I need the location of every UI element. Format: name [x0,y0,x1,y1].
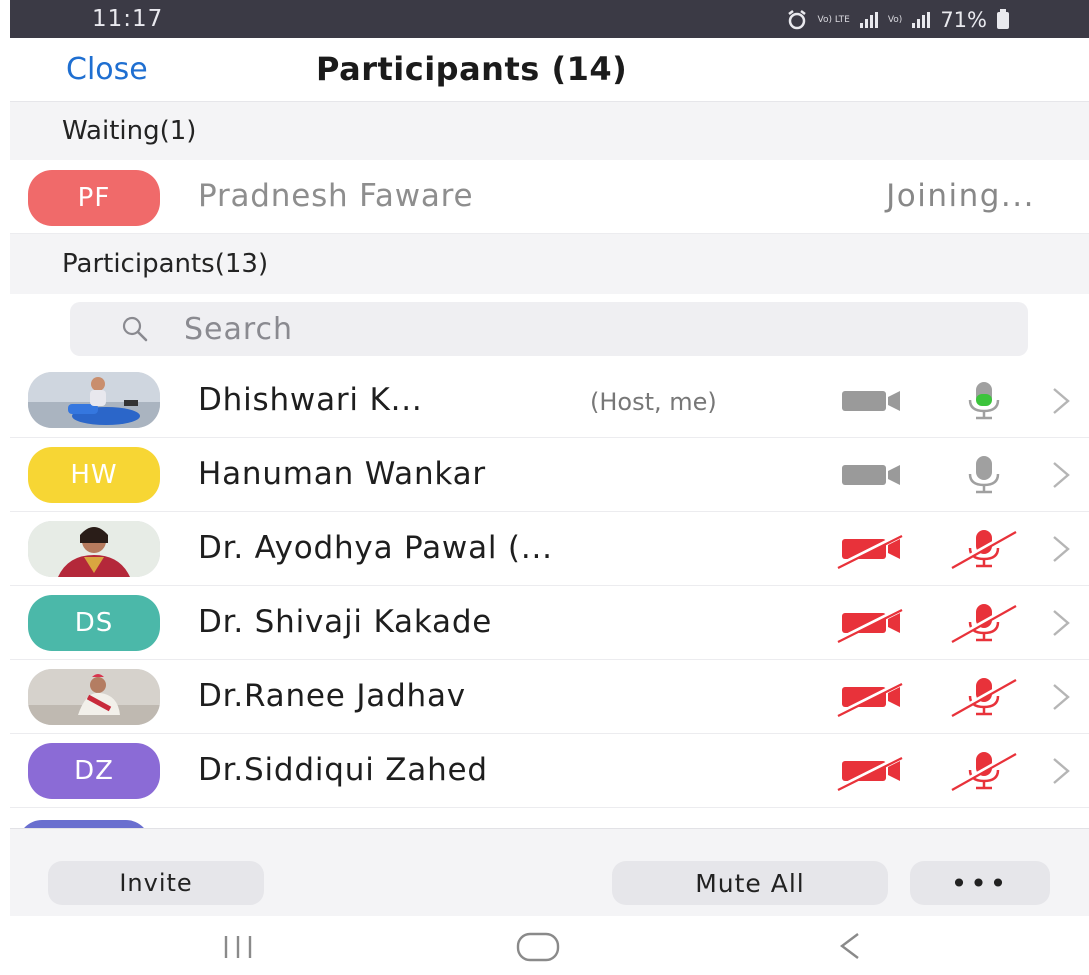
chevron-right-icon[interactable] [1046,605,1074,641]
video-muted-icon[interactable] [832,678,912,718]
avatar: PF [28,170,160,226]
chevron-right-icon[interactable] [1046,531,1074,567]
avatar-photo [28,521,160,577]
avatar-initials: DZ [74,756,114,786]
participant-row[interactable]: Dr. Ayodhya Pawal (... [10,512,1089,586]
recent-apps-icon[interactable] [208,924,268,968]
video-off-icon[interactable] [832,382,912,422]
video-muted-icon[interactable] [832,530,912,570]
alarm-icon [787,10,806,30]
mic-on-icon[interactable] [942,378,1022,422]
participants-section-heading: Participants(13) [10,234,1089,294]
avatar: HW [28,447,160,503]
search-box[interactable] [70,302,1028,356]
chevron-right-icon[interactable] [1046,679,1074,715]
avatar [28,669,160,725]
avatar [28,372,160,428]
battery-percent: 71% [940,8,987,32]
waiting-participant-row[interactable]: PF Pradnesh Faware Joining... [10,160,1089,234]
signal-icon [859,12,878,28]
system-nav-bar [0,916,1089,975]
avatar-initials: HW [70,460,118,490]
mic-muted-icon[interactable] [942,748,1022,792]
close-button[interactable]: Close [66,52,148,87]
participant-role: (Host, me) [590,388,717,416]
avatar: DZ [28,743,160,799]
participant-name: Dhishwari K... [198,382,423,418]
participant-row[interactable]: DS Dr. Shivaji Kakade [10,586,1089,660]
participant-row[interactable]: DZ Dr.Siddiqui Zahed [10,734,1089,808]
mic-muted-icon[interactable] [942,600,1022,644]
participant-row[interactable]: HW Hanuman Wankar [10,438,1089,512]
battery-icon [997,8,1009,29]
more-options-button[interactable]: ••• [910,861,1050,905]
avatar-photo [28,372,160,428]
joining-status: Joining... [886,178,1035,214]
mic-muted-icon[interactable] [942,674,1022,718]
mic-muted-icon[interactable] [942,526,1022,570]
video-muted-icon[interactable] [832,604,912,644]
network-1-label: Vo) LTE [817,14,850,25]
back-icon[interactable] [820,924,880,968]
avatar: DS [28,595,160,651]
participant-name: Dr.Siddiqui Zahed [198,752,488,788]
network-2-label: Vo) [887,14,903,25]
invite-button[interactable]: Invite [48,861,264,905]
video-off-icon[interactable] [832,456,912,496]
chevron-right-icon[interactable] [1046,457,1074,493]
home-icon[interactable] [508,924,568,968]
participant-name: Dr. Ayodhya Pawal (... [198,530,553,566]
search-icon [122,316,148,342]
participant-name: Dr. Shivaji Kakade [198,604,493,640]
participant-name: Pradnesh Faware [198,178,474,214]
signal-icon [912,12,931,28]
avatar [28,521,160,577]
status-indicators: Vo) LTE Vo) 71% [786,8,1009,32]
status-bar: 11:17 Vo) LTE Vo) 71% [10,0,1089,38]
participant-name: Hanuman Wankar [198,456,486,492]
search-bar [10,294,1089,364]
avatar-photo [28,669,160,725]
search-input[interactable] [184,308,984,350]
bottom-action-bar: Invite Mute All ••• [10,828,1089,916]
avatar-initials: PF [77,183,111,213]
status-time: 11:17 [92,6,164,32]
participant-name: Dr.Ranee Jadhav [198,678,466,714]
header: Close Participants (14) [10,38,1089,102]
chevron-right-icon[interactable] [1046,753,1074,789]
chevron-right-icon[interactable] [1046,383,1074,419]
participant-row[interactable]: Dr.Ranee Jadhav [10,660,1089,734]
waiting-section-heading: Waiting(1) [10,102,1089,160]
participant-row[interactable]: Dhishwari K... (Host, me) [10,364,1089,438]
mute-all-button[interactable]: Mute All [612,861,888,905]
page-title: Participants (14) [316,50,628,88]
video-muted-icon[interactable] [832,752,912,792]
avatar-initials: DS [74,608,114,638]
mic-icon[interactable] [942,452,1022,496]
